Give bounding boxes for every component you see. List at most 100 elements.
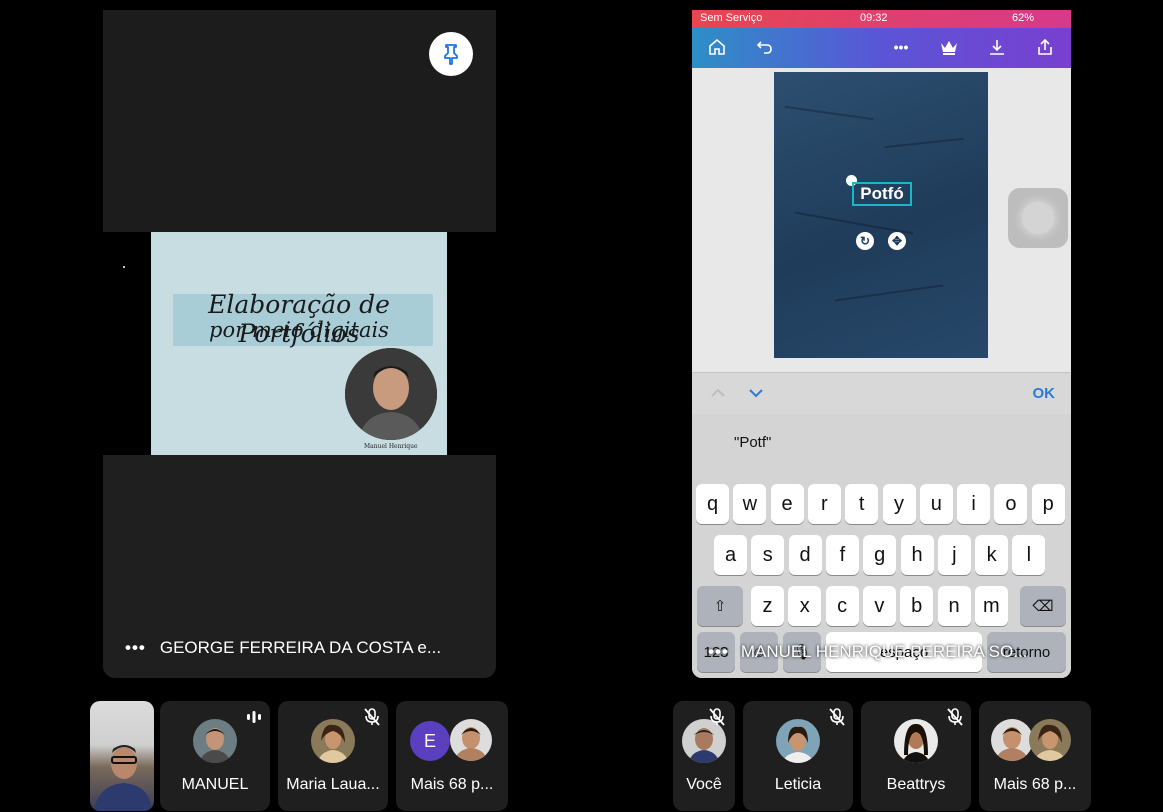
key-r[interactable]: r: [807, 484, 841, 524]
share-icon[interactable]: [1034, 36, 1056, 58]
carrier-text: Sem Serviço: [700, 12, 763, 24]
participant-name: Você: [686, 776, 722, 793]
chevron-up-icon[interactable]: [710, 385, 726, 401]
key-j[interactable]: j: [937, 535, 971, 575]
more-icon[interactable]: •••: [890, 36, 912, 58]
key-x[interactable]: x: [788, 586, 822, 626]
cursor-dot: [123, 266, 125, 268]
tile-label-right: ••• MANUEL HENRIQUE PEREIRA SO...: [708, 642, 1027, 662]
presenter-name: GEORGE FERREIRA DA COSTA e...: [159, 638, 442, 657]
shared-screen: Elaboração de Portfólios por meio digita…: [103, 232, 496, 455]
backspace-key[interactable]: ⌫: [1020, 586, 1066, 626]
key-o[interactable]: o: [994, 484, 1028, 524]
assistive-touch-button[interactable]: [1008, 188, 1068, 248]
key-u[interactable]: u: [919, 484, 953, 524]
chevron-down-icon[interactable]: [748, 385, 764, 401]
participant-card[interactable]: Leticia: [743, 701, 853, 811]
design-canvas-area: Potfó ↻ ✥: [692, 68, 1071, 372]
key-y[interactable]: y: [882, 484, 916, 524]
participant-name: Leticia: [774, 776, 822, 793]
texture-line: [794, 211, 914, 235]
avatar: [776, 719, 820, 763]
participant-name: MANUEL: [181, 776, 249, 793]
key-v[interactable]: v: [862, 586, 896, 626]
autocomplete-suggestion[interactable]: "Potf": [734, 434, 771, 451]
key-g[interactable]: g: [863, 535, 897, 575]
participant-name: Mais 68 p...: [993, 776, 1077, 793]
rotate-icon[interactable]: ↻: [856, 232, 874, 250]
meeting-screen: Elaboração de Portfólios por meio digita…: [0, 0, 1163, 812]
key-p[interactable]: p: [1031, 484, 1065, 524]
keyboard-nav-bar: OK: [692, 372, 1071, 414]
tile-label-left: ••• GEORGE FERREIRA DA COSTA e...: [125, 638, 441, 658]
phone-status-bar: Sem Serviço 09:32 62%: [692, 10, 1071, 28]
ok-button[interactable]: OK: [1033, 385, 1056, 402]
slide-caption: Manuel Henrique: [364, 443, 418, 450]
key-t[interactable]: t: [845, 484, 879, 524]
mic-off-icon: [945, 707, 965, 727]
key-m[interactable]: m: [974, 586, 1008, 626]
key-b[interactable]: b: [900, 586, 934, 626]
undo-icon[interactable]: [754, 36, 776, 58]
presenter-name: MANUEL HENRIQUE PEREIRA SO...: [740, 642, 1028, 661]
mic-off-icon: [362, 707, 382, 727]
presentation-tile-left[interactable]: Elaboração de Portfólios por meio digita…: [103, 10, 496, 678]
slide-title-line2: por meio digitais: [209, 318, 389, 342]
participant-name: Beattrys: [886, 776, 946, 793]
move-icon[interactable]: ✥: [888, 232, 906, 250]
key-k[interactable]: k: [975, 535, 1009, 575]
avatar: [991, 719, 1033, 761]
download-icon[interactable]: [986, 36, 1008, 58]
participant-card[interactable]: Beattrys: [861, 701, 971, 811]
avatar-letter: E: [410, 721, 450, 761]
key-f[interactable]: f: [825, 535, 859, 575]
participant-card[interactable]: MANUEL: [160, 701, 270, 811]
mic-off-icon: [827, 707, 847, 727]
participant-name: Mais 68 p...: [410, 776, 494, 793]
avatar: [450, 719, 492, 761]
shift-key[interactable]: ⇧: [697, 586, 743, 626]
pin-button[interactable]: [429, 32, 473, 76]
self-view-video[interactable]: [90, 701, 154, 811]
battery-level: 62%: [1012, 12, 1035, 24]
presentation-tile-right[interactable]: Sem Serviço 09:32 62% ••• Potfó ↻ ✥ OK "…: [692, 10, 1071, 678]
pin-icon: [444, 44, 458, 65]
avatar: [193, 719, 237, 763]
texture-line: [834, 284, 944, 302]
texture-line: [884, 137, 964, 149]
key-h[interactable]: h: [900, 535, 934, 575]
participant-card[interactable]: Maria Laua...: [278, 701, 388, 811]
key-d[interactable]: d: [788, 535, 822, 575]
design-page[interactable]: Potfó ↻ ✥: [774, 72, 988, 358]
speaking-indicator-icon: [244, 707, 264, 727]
key-e[interactable]: e: [770, 484, 804, 524]
key-i[interactable]: i: [957, 484, 991, 524]
autocomplete-bar: "Potf": [692, 414, 1071, 466]
key-s[interactable]: s: [751, 535, 785, 575]
slide: Elaboração de Portfólios por meio digita…: [151, 232, 447, 455]
more-options-icon[interactable]: •••: [125, 638, 146, 658]
crown-icon[interactable]: [938, 36, 960, 58]
mic-off-icon: [707, 707, 727, 727]
key-n[interactable]: n: [937, 586, 971, 626]
more-participants-card[interactable]: Mais 68 p...: [979, 701, 1091, 811]
participant-name: Maria Laua...: [286, 776, 380, 793]
avatar: [1029, 719, 1071, 761]
key-a[interactable]: a: [714, 535, 747, 575]
design-app-toolbar: •••: [692, 28, 1071, 68]
more-options-icon[interactable]: •••: [708, 642, 729, 662]
status-time: 09:32: [860, 12, 888, 24]
more-participants-card[interactable]: E Mais 68 p...: [396, 701, 508, 811]
participant-card-self[interactable]: Você: [673, 701, 735, 811]
avatar: [894, 719, 938, 763]
key-c[interactable]: c: [825, 586, 859, 626]
key-w[interactable]: w: [733, 484, 767, 524]
home-icon[interactable]: [706, 36, 728, 58]
key-q[interactable]: q: [696, 484, 729, 524]
texture-line: [784, 105, 874, 121]
key-l[interactable]: l: [1012, 535, 1046, 575]
key-z[interactable]: z: [751, 586, 784, 626]
presenter-photo: [345, 348, 437, 440]
avatar: [311, 719, 355, 763]
design-text-box[interactable]: Potfó: [852, 182, 912, 206]
